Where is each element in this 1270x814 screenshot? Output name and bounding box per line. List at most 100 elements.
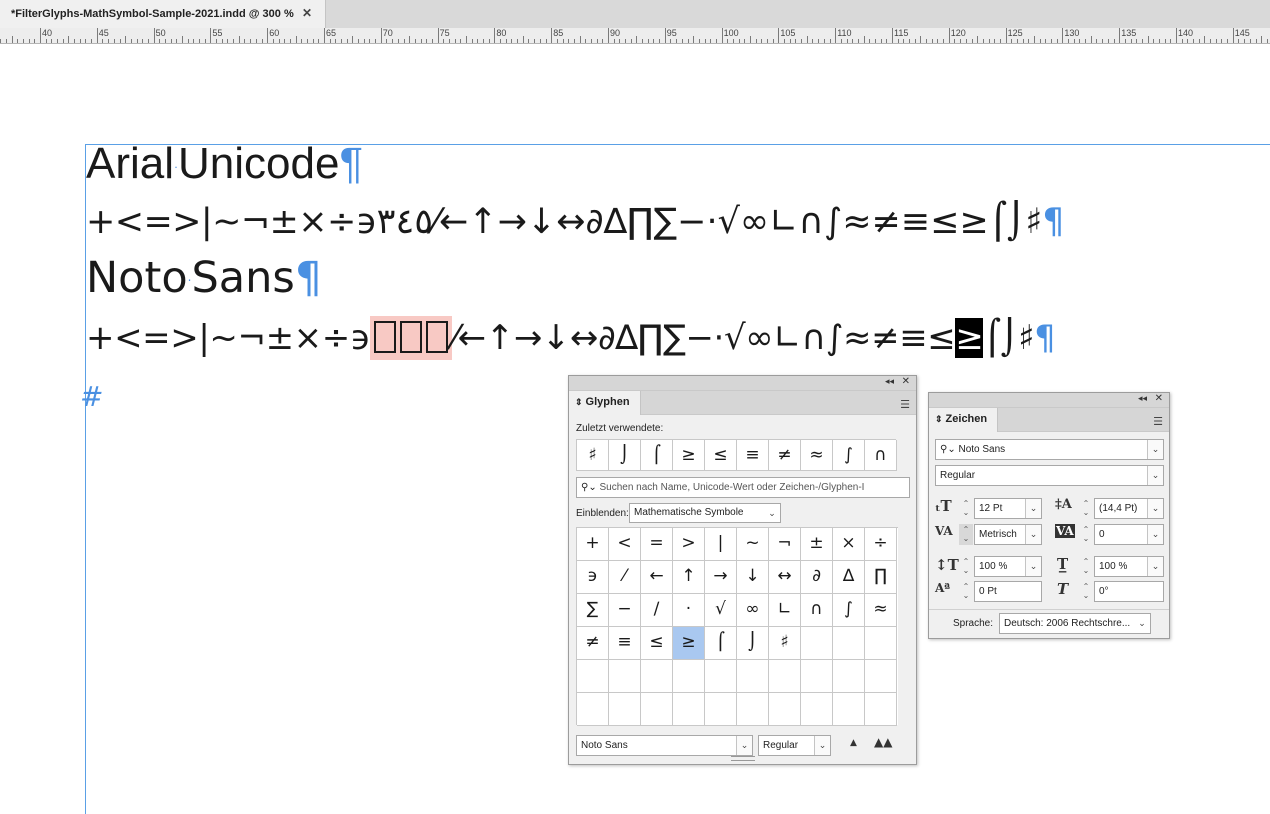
glyph-cell[interactable]: ∩ [801,594,833,627]
glyph-cell[interactable] [673,693,705,726]
glyph-cell[interactable] [737,660,769,693]
glyph-cell[interactable]: · [673,594,705,627]
leading-field[interactable]: (14,4 Pt) ⌄ [1094,498,1164,519]
symbol-line-arial[interactable]: +<=>|~¬±×÷϶٣٤٥⁄←↑→↓↔∂∆∏∑−·√∞∟∩∫≈≠≡≤≥⌠⌡♯¶ [86,200,1065,244]
glyph-cell[interactable] [865,627,897,660]
glyph-cell[interactable]: − [609,594,641,627]
horizontal-scale-stepper[interactable]: ⌃ ⌄ [1079,556,1093,577]
glyph-search-input[interactable]: ⚲⌄ Suchen nach Name, Unicode-Wert oder Z… [576,477,910,498]
collapse-icon[interactable]: ◂◂ [885,377,894,387]
recent-glyph-cell[interactable]: ≥ [673,440,705,471]
glyph-cell[interactable]: ÷ [865,528,897,561]
recent-glyph-cell[interactable]: ≤ [705,440,737,471]
language-dropdown[interactable]: Deutsch: 2006 Rechtschre... ⌄ [999,613,1151,634]
recent-glyph-cell[interactable]: ≠ [769,440,801,471]
glyph-cell[interactable]: ↔ [769,561,801,594]
kerning-field[interactable]: Metrisch ⌄ [974,524,1042,545]
glyph-cell[interactable]: ϶ [577,561,609,594]
baseline-shift-field[interactable]: 0 Pt [974,581,1042,602]
glyph-cell[interactable]: > [673,528,705,561]
font-family-dropdown[interactable]: ⚲⌄ Noto Sans ⌄ [935,439,1164,460]
document-tab[interactable]: *FilterGlyphs-MathSymbol-Sample-2021.ind… [0,0,326,28]
font-size-field[interactable]: 12 Pt ⌄ [974,498,1042,519]
glyph-cell[interactable]: √ [705,594,737,627]
glyph-cell[interactable] [865,693,897,726]
glyph-cell[interactable]: ≥ [673,627,705,660]
glyph-cell[interactable]: ≈ [865,594,897,627]
glyph-cell[interactable] [769,693,801,726]
glyph-cell[interactable]: < [609,528,641,561]
glyph-cell[interactable]: ≤ [641,627,673,660]
glyph-cell[interactable]: + [577,528,609,561]
glyph-cell[interactable]: ∞ [737,594,769,627]
glyph-cell[interactable]: ¬ [769,528,801,561]
skew-field[interactable]: 0° [1094,581,1164,602]
glyph-cell[interactable]: × [833,528,865,561]
recent-glyph-cell[interactable]: ⌡ [609,440,641,471]
skew-stepper[interactable]: ⌃ ⌄ [1079,581,1093,602]
close-icon[interactable]: ✕ [902,376,910,387]
glyph-cell[interactable]: = [641,528,673,561]
glyph-cell[interactable]: ≡ [609,627,641,660]
glyph-cell[interactable]: ± [801,528,833,561]
glyph-cell[interactable] [801,693,833,726]
glyph-cell[interactable]: ∂ [801,561,833,594]
glyph-cell[interactable]: ~ [737,528,769,561]
heading-arial-unicode[interactable]: Arial·Unicode¶ [86,142,363,188]
collapse-icon[interactable]: ◂◂ [1138,394,1147,404]
glyph-cell[interactable] [577,660,609,693]
glyph-cell[interactable] [705,693,737,726]
font-size-stepper[interactable]: ⌃ ⌄ [959,498,973,519]
glyph-cell[interactable]: ∆ [833,561,865,594]
resize-grip[interactable] [731,756,755,761]
close-icon[interactable]: ✕ [302,6,312,20]
recent-glyph-cell[interactable]: ∩ [865,440,897,471]
glyph-cell[interactable] [769,660,801,693]
glyph-cell[interactable] [705,660,737,693]
tracking-stepper[interactable]: ⌃ ⌄ [1079,524,1093,545]
glyph-cell[interactable]: ∟ [769,594,801,627]
glyph-cell[interactable] [609,660,641,693]
leading-stepper[interactable]: ⌃ ⌄ [1079,498,1093,519]
glyph-cell[interactable] [833,693,865,726]
show-dropdown[interactable]: Mathematische Symbole ⌄ [629,503,781,523]
glyph-cell[interactable] [641,693,673,726]
glyph-cell[interactable] [737,693,769,726]
baseline-shift-stepper[interactable]: ⌃ ⌄ [959,581,973,602]
glyph-cell[interactable] [801,627,833,660]
kerning-stepper[interactable]: ⌃ ⌄ [959,524,973,545]
tracking-field[interactable]: 0 ⌄ [1094,524,1164,545]
glyph-cell[interactable]: ↑ [673,561,705,594]
glyph-cell[interactable] [609,693,641,726]
glyph-cell[interactable]: ≠ [577,627,609,660]
vertical-scale-stepper[interactable]: ⌃ ⌄ [959,556,973,577]
selected-glyph[interactable]: ≥ [955,318,984,358]
glyph-cell[interactable] [577,693,609,726]
glyph-cell[interactable]: ∑ [577,594,609,627]
close-icon[interactable]: ✕ [1155,393,1163,404]
horizontal-ruler[interactable]: 40 45 50 55 60 65 70 75 80 85 90 95 100 105 110 115 120 1… [0,28,1270,44]
tab-zeichen[interactable]: ⇕ Zeichen [929,408,999,432]
recent-glyph-cell[interactable]: ∫ [833,440,865,471]
glyph-cell[interactable]: ⌠ [705,627,737,660]
glyph-cell[interactable]: ⌡ [737,627,769,660]
glyph-cell[interactable] [833,627,865,660]
horizontal-scale-field[interactable]: 100 % ⌄ [1094,556,1164,577]
tab-glyphen[interactable]: ⇕ Glyphen [569,391,641,415]
glyph-cell[interactable] [833,660,865,693]
glyph-cell[interactable]: → [705,561,737,594]
glyph-cell[interactable] [865,660,897,693]
glyph-cell[interactable]: ♯ [769,627,801,660]
recent-glyph-cell[interactable]: ≡ [737,440,769,471]
zoom-in-icon[interactable]: ▲▲ [874,735,892,749]
glyph-style-dropdown[interactable]: Regular ⌄ [758,735,831,756]
zoom-out-icon[interactable]: ▲ [850,738,857,748]
glyph-cell[interactable]: ∕ [641,594,673,627]
glyph-cell[interactable] [673,660,705,693]
glyph-cell[interactable] [801,660,833,693]
glyph-cell[interactable]: ↓ [737,561,769,594]
glyph-cell[interactable] [641,660,673,693]
recent-glyph-cell[interactable]: ≈ [801,440,833,471]
heading-noto-sans[interactable]: Noto·Sans¶ [86,256,322,303]
recent-glyph-cell[interactable]: ⌠ [641,440,673,471]
